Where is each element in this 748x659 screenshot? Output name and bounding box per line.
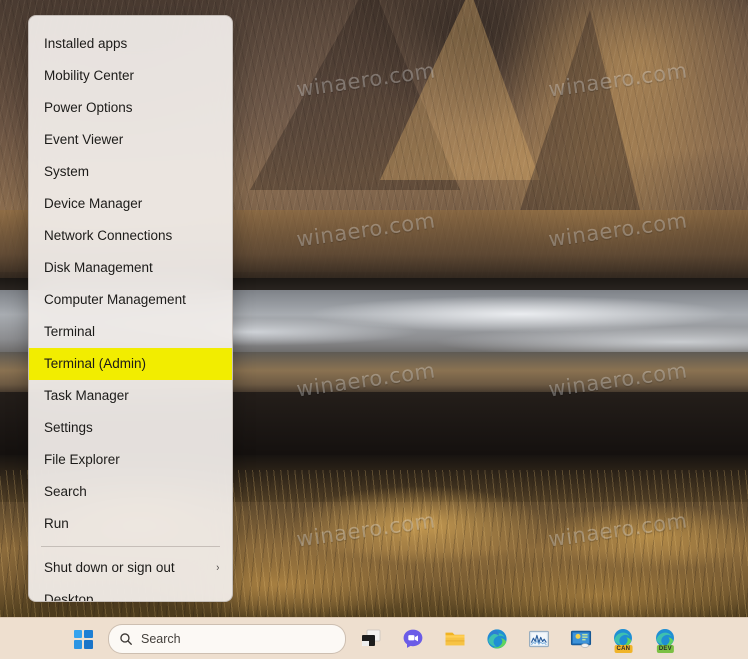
menu-item-label: Network Connections xyxy=(44,228,173,243)
perfmon-button[interactable] xyxy=(522,622,556,656)
menu-item-desktop[interactable]: Desktop xyxy=(29,584,232,602)
menu-item-label: Shut down or sign out xyxy=(44,560,175,575)
remote-desktop-icon xyxy=(570,630,592,648)
menu-item-network-connections[interactable]: Network Connections xyxy=(29,220,232,252)
menu-item-shut-down-or-sign-out[interactable]: Shut down or sign out › xyxy=(29,552,232,584)
search-input[interactable]: Search xyxy=(108,624,346,654)
perfmon-chart-icon xyxy=(529,630,549,648)
menu-item-computer-management[interactable]: Computer Management xyxy=(29,284,232,316)
menu-item-installed-apps[interactable]: Installed apps xyxy=(29,28,232,60)
start-button[interactable] xyxy=(66,622,100,656)
menu-item-label: Installed apps xyxy=(44,36,128,51)
menu-item-system[interactable]: System xyxy=(29,156,232,188)
menu-item-terminal-admin[interactable]: Terminal (Admin) xyxy=(29,348,232,380)
menu-item-label: Computer Management xyxy=(44,292,186,307)
menu-item-power-options[interactable]: Power Options xyxy=(29,92,232,124)
search-icon xyxy=(120,633,132,645)
remote-desktop-button[interactable] xyxy=(564,622,598,656)
menu-item-event-viewer[interactable]: Event Viewer xyxy=(29,124,232,156)
menu-item-label: Terminal xyxy=(44,324,96,339)
task-view-icon xyxy=(362,629,381,646)
menu-item-run[interactable]: Run xyxy=(29,508,232,540)
windows-logo-icon xyxy=(73,629,93,649)
chat-button[interactable] xyxy=(396,622,430,656)
taskbar-items: Search CAN DEV xyxy=(66,622,682,656)
edge-dev-button[interactable]: DEV xyxy=(648,622,682,656)
menu-item-list: Installed apps Mobility Center Power Optio… xyxy=(29,28,232,602)
chevron-right-icon: › xyxy=(216,562,220,574)
edge-canary-badge: CAN xyxy=(614,645,633,653)
search-placeholder: Search xyxy=(141,632,181,646)
menu-item-label: Terminal (Admin) xyxy=(44,356,147,371)
menu-item-label: Mobility Center xyxy=(44,68,135,83)
menu-item-label: System xyxy=(44,164,90,179)
menu-item-device-manager[interactable]: Device Manager xyxy=(29,188,232,220)
menu-item-mobility-center[interactable]: Mobility Center xyxy=(29,60,232,92)
menu-item-label: File Explorer xyxy=(44,452,120,467)
menu-item-label: Run xyxy=(44,516,69,531)
menu-item-label: Settings xyxy=(44,420,93,435)
edge-button[interactable] xyxy=(480,622,514,656)
task-view-button[interactable] xyxy=(354,622,388,656)
menu-item-file-explorer[interactable]: File Explorer xyxy=(29,444,232,476)
menu-item-disk-management[interactable]: Disk Management xyxy=(29,252,232,284)
winx-quick-link-menu[interactable]: Installed apps Mobility Center Power Optio… xyxy=(28,15,233,602)
menu-item-label: Event Viewer xyxy=(44,132,124,147)
menu-item-terminal[interactable]: Terminal xyxy=(29,316,232,348)
file-explorer-button[interactable] xyxy=(438,622,472,656)
menu-item-label: Power Options xyxy=(44,100,133,115)
menu-item-label: Desktop xyxy=(44,592,94,602)
menu-item-label: Disk Management xyxy=(44,260,153,275)
file-explorer-icon xyxy=(445,632,465,646)
edge-dev-badge: DEV xyxy=(656,645,674,653)
menu-item-task-manager[interactable]: Task Manager xyxy=(29,380,232,412)
menu-item-search[interactable]: Search xyxy=(29,476,232,508)
chat-icon xyxy=(403,629,423,648)
menu-item-label: Search xyxy=(44,484,87,499)
taskbar[interactable]: Search CAN DEV xyxy=(0,617,748,659)
desktop-screen: winaero.com winaero.com winaero.com winaero… xyxy=(0,0,748,659)
menu-item-label: Task Manager xyxy=(44,388,129,403)
edge-icon xyxy=(487,629,507,649)
edge-canary-button[interactable]: CAN xyxy=(606,622,640,656)
menu-item-label: Device Manager xyxy=(44,196,143,211)
menu-separator xyxy=(41,546,220,547)
menu-item-settings[interactable]: Settings xyxy=(29,412,232,444)
